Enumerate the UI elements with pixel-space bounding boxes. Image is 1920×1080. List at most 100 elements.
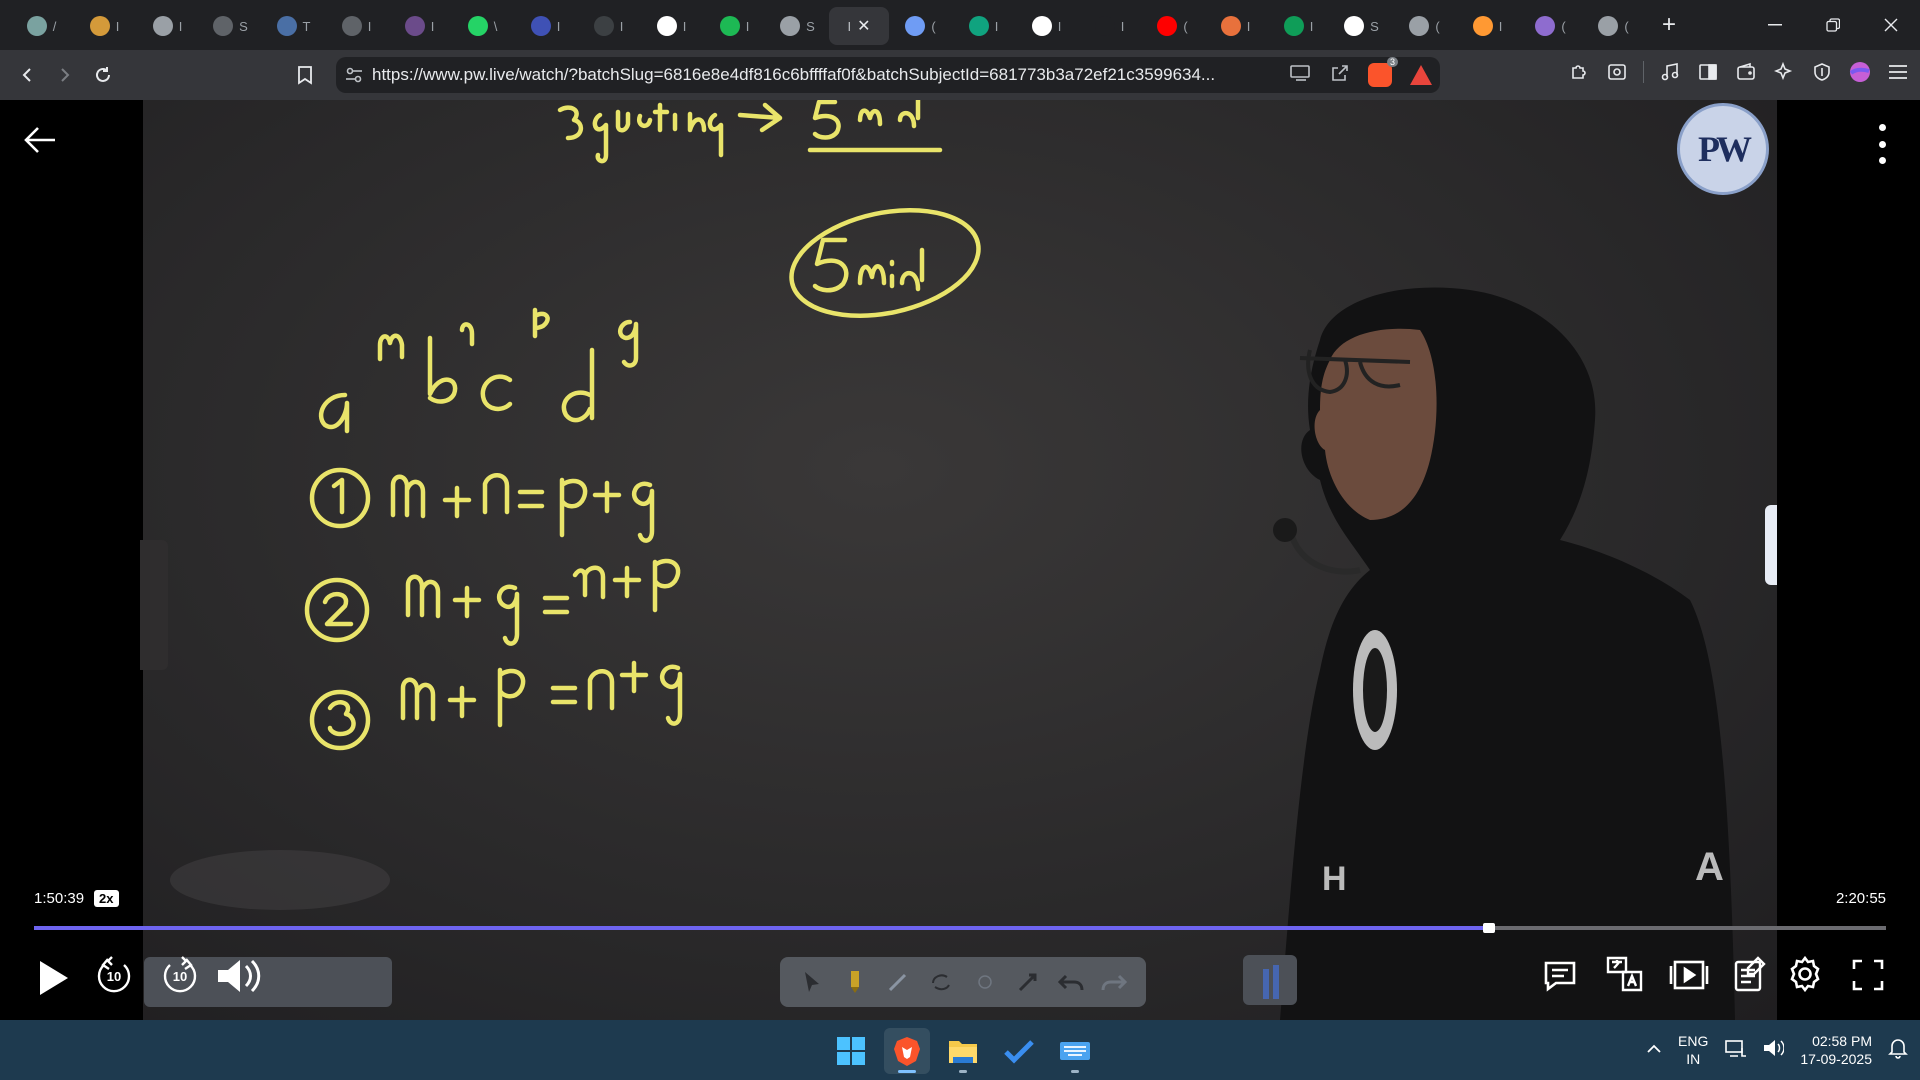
tab-title-fragment: I (1498, 18, 1503, 34)
browser-tab[interactable]: I (1015, 7, 1078, 45)
browser-tab[interactable]: I (1456, 7, 1519, 45)
tab-title-fragment: I (367, 18, 372, 34)
progress-bar[interactable] (34, 923, 1886, 933)
main-menu-icon[interactable] (1886, 60, 1910, 84)
browser-tab[interactable]: I (514, 7, 577, 45)
browser-tab[interactable]: S (766, 7, 829, 45)
reload-button[interactable] (84, 56, 122, 94)
bookmark-icon[interactable] (292, 62, 318, 88)
browser-tab[interactable]: ( (889, 7, 952, 45)
browser-tab[interactable]: I (703, 7, 766, 45)
browser-tab[interactable]: T (262, 7, 325, 45)
play-button[interactable] (30, 955, 76, 1001)
wallet-icon[interactable] (1734, 60, 1758, 84)
new-tab-button[interactable]: + (1651, 7, 1687, 43)
undo-tool-icon (1057, 968, 1085, 996)
clock[interactable]: 02:58 PM 17-09-2025 (1800, 1032, 1872, 1068)
browser-tab[interactable]: I (325, 7, 388, 45)
back-button[interactable] (8, 56, 46, 94)
player-back-button[interactable] (22, 122, 62, 162)
fullscreen-button[interactable] (1848, 955, 1888, 995)
tab-title-fragment: I (556, 18, 561, 34)
media-controls-icon[interactable] (1658, 60, 1682, 84)
notification-bell-icon[interactable] (1888, 1037, 1908, 1064)
browser-tab[interactable]: ( (1519, 7, 1582, 45)
svg-text:A: A (1695, 845, 1724, 889)
gemini-icon (905, 16, 926, 36)
close-window-button[interactable] (1862, 0, 1920, 50)
translate-button[interactable] (1604, 953, 1646, 995)
notes-button[interactable] (1730, 953, 1770, 995)
chat-button[interactable] (1540, 955, 1580, 995)
extensions-puzzle-icon[interactable] (1567, 60, 1591, 84)
browser-tab[interactable]: I (1267, 7, 1330, 45)
file-explorer-icon[interactable] (940, 1028, 986, 1074)
keyboard-app-icon[interactable] (1052, 1028, 1098, 1074)
browser-tab[interactable]: S (1330, 7, 1393, 45)
browser-tab[interactable]: I (577, 7, 640, 45)
tab-title-fragment: ( (931, 18, 936, 34)
video-player[interactable]: H A PW 1:50:39 2x 2:20:55 10 10 (0, 100, 1920, 1020)
minimize-button[interactable] (1746, 0, 1804, 50)
tab-title-fragment: ( (1561, 18, 1566, 34)
close-tab-icon[interactable]: ✕ (857, 16, 870, 36)
pw-logo: PW (1677, 103, 1769, 195)
volume-tray-icon[interactable] (1762, 1038, 1786, 1063)
progress-scrubber[interactable] (1482, 923, 1495, 933)
profile-avatar-icon[interactable] (1848, 60, 1872, 84)
browser-tab[interactable]: ( (1393, 7, 1456, 45)
reader-mode-icon[interactable] (1605, 60, 1629, 84)
url-text[interactable]: https://www.pw.live/watch/?batchSlug=681… (372, 65, 1252, 85)
start-button[interactable] (828, 1028, 874, 1074)
shape-tool-icon (927, 968, 955, 996)
volume-button[interactable] (214, 953, 264, 999)
vpn-shield-icon[interactable] (1810, 60, 1834, 84)
globe-icon (780, 16, 801, 36)
browser-tab[interactable]: I (136, 7, 199, 45)
restore-button[interactable] (1804, 0, 1862, 50)
pointer-tool-icon (798, 968, 826, 996)
browser-tab[interactable]: I (1078, 7, 1141, 45)
windows-taskbar: ENG IN 02:58 PM 17-09-2025 (0, 1020, 1920, 1080)
sidebar-icon[interactable] (1696, 60, 1720, 84)
browser-tab[interactable]: / (10, 7, 73, 45)
right-panel-handle[interactable] (1765, 505, 1777, 585)
show-hidden-icons-chevron-icon[interactable] (1646, 1041, 1662, 1059)
forward-10-button[interactable]: 10 (160, 953, 200, 999)
site-settings-icon[interactable] (336, 67, 372, 83)
browser-tab[interactable]: I (73, 7, 136, 45)
network-icon[interactable] (1724, 1038, 1747, 1063)
leo-ai-icon[interactable] (1772, 60, 1796, 84)
youtube-icon (1157, 16, 1178, 36)
time-elapsed-group: 1:50:39 2x (34, 890, 119, 907)
share-icon[interactable] (1330, 63, 1350, 88)
playlist-button[interactable] (1668, 955, 1710, 995)
playback-speed-badge[interactable]: 2x (94, 890, 119, 907)
active-browser-tab[interactable]: I ✕ (829, 7, 889, 45)
brave-taskbar-icon[interactable] (884, 1028, 930, 1074)
cast-icon[interactable] (1290, 64, 1312, 87)
progress-fill (34, 926, 1489, 930)
brave-rewards-icon[interactable] (1410, 65, 1432, 85)
language-indicator[interactable]: ENG IN (1678, 1032, 1708, 1068)
browser-tab[interactable]: ( (1582, 7, 1645, 45)
wikipedia-icon (1344, 16, 1365, 36)
browser-tab[interactable]: I (1204, 7, 1267, 45)
browser-tab[interactable]: \ (451, 7, 514, 45)
browser-tab[interactable]: ( (1141, 7, 1204, 45)
address-bar[interactable]: https://www.pw.live/watch/?batchSlug=681… (336, 57, 1440, 93)
browser-tab[interactable]: I (952, 7, 1015, 45)
browser-tab[interactable]: I (388, 7, 451, 45)
tab-title-fragment: I (1309, 18, 1314, 34)
browser-tab[interactable]: I (640, 7, 703, 45)
tab-title-fragment: I (994, 18, 999, 34)
browser-tab[interactable]: S (199, 7, 262, 45)
todo-app-icon[interactable] (996, 1028, 1042, 1074)
extensions-row (1567, 60, 1910, 84)
more-options-button[interactable] (1876, 124, 1888, 164)
forward-button[interactable] (46, 56, 84, 94)
rewind-10-button[interactable]: 10 (94, 953, 134, 999)
settings-gear-icon[interactable] (1784, 953, 1826, 995)
left-panel-handle[interactable] (140, 540, 168, 670)
brave-shields-icon[interactable]: 3 (1368, 57, 1398, 87)
